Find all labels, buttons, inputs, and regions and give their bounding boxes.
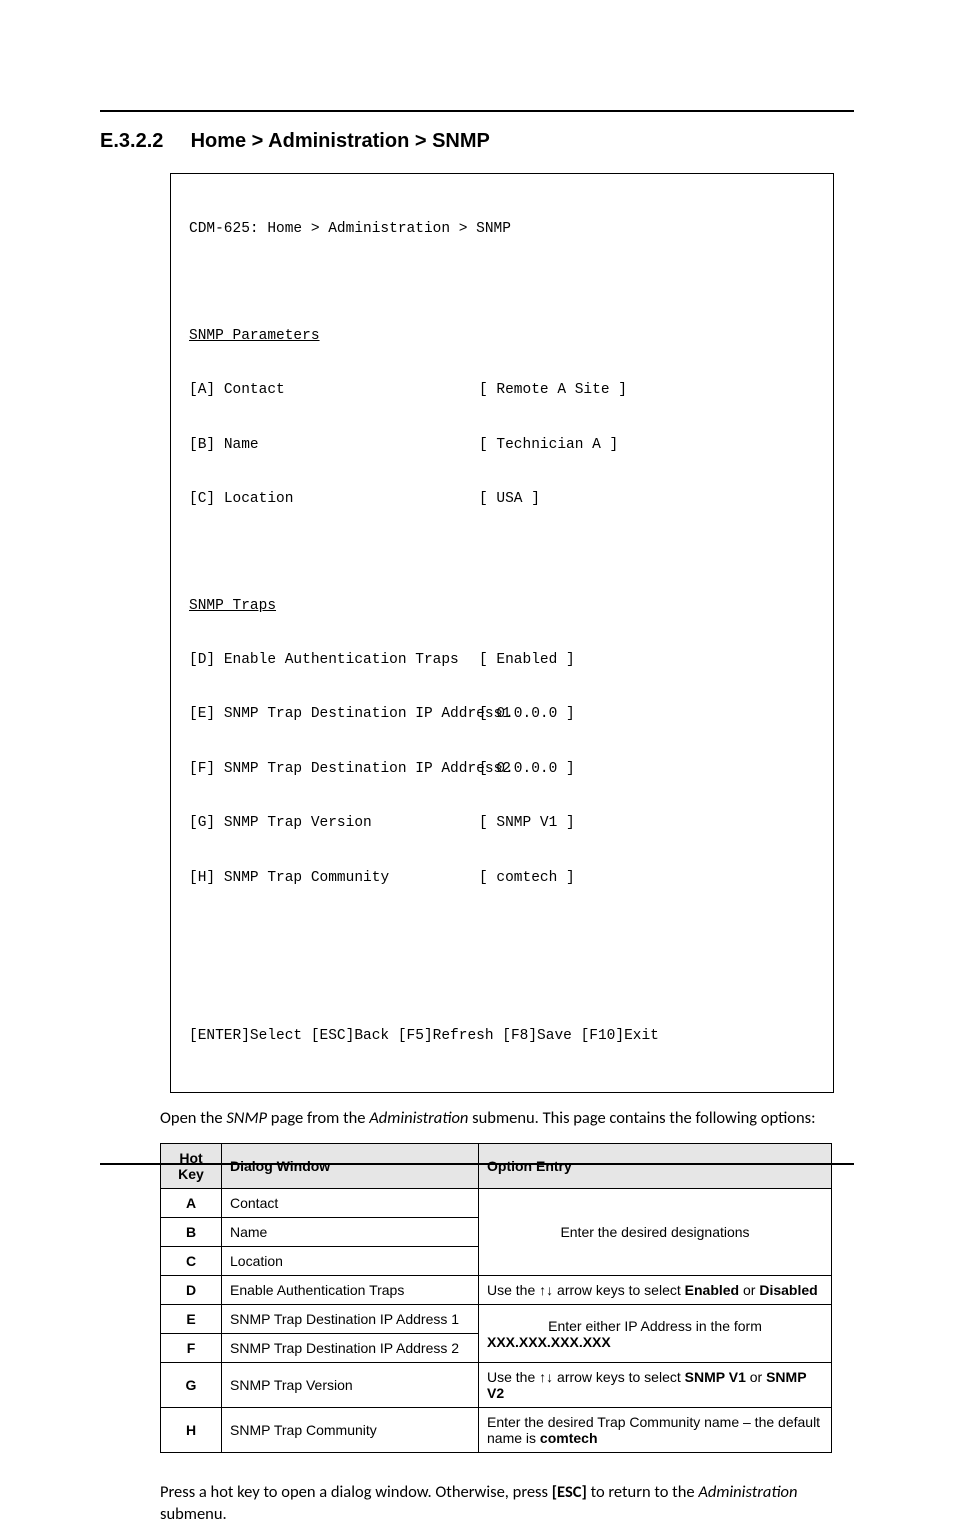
intro-paragraph: Open the SNMP page from the Administrati…: [160, 1107, 854, 1129]
hotkey-cell: G: [161, 1363, 222, 1408]
table-row: E SNMP Trap Destination IP Address 1 Ent…: [161, 1305, 832, 1334]
table-row: D Enable Authentication Traps Use the ↑↓…: [161, 1276, 832, 1305]
section-heading: E.3.2.2 Home > Administration > SNMP: [100, 130, 854, 153]
hotkey-cell: B: [161, 1218, 222, 1247]
snmp-traps-label: SNMP Traps: [189, 597, 815, 615]
snmp-parameters-label: SNMP Parameters: [189, 327, 815, 345]
header-option-entry: Option Entry: [479, 1144, 832, 1189]
top-rule: [100, 110, 854, 112]
trap-row: [F] SNMP Trap Destination IP Address2[ 0…: [189, 760, 815, 778]
section-number: E.3.2.2: [100, 130, 185, 153]
terminal-breadcrumb: CDM-625: Home > Administration > SNMP: [189, 220, 815, 238]
dialog-cell: SNMP Trap Community: [222, 1408, 479, 1453]
table-row: G SNMP Trap Version Use the ↑↓ arrow key…: [161, 1363, 832, 1408]
dialog-cell: Name: [222, 1218, 479, 1247]
table-row: A Contact Enter the desired designations: [161, 1189, 832, 1218]
terminal-footer: [ENTER]Select [ESC]Back [F5]Refresh [F8]…: [189, 1027, 815, 1045]
option-entry-cell: Use the ↑↓ arrow keys to select SNMP V1 …: [479, 1363, 832, 1408]
header-dialog-window: Dialog Window: [222, 1144, 479, 1189]
dialog-cell: SNMP Trap Destination IP Address 2: [222, 1334, 479, 1363]
param-row: [B] Name[ Technician A ]: [189, 436, 815, 454]
dialog-cell: Location: [222, 1247, 479, 1276]
section-title: Home > Administration > SNMP: [191, 130, 490, 152]
trap-row: [G] SNMP Trap Version[ SNMP V1 ]: [189, 814, 815, 832]
page: E.3.2.2 Home > Administration > SNMP CDM…: [0, 0, 954, 1235]
dialog-cell: Enable Authentication Traps: [222, 1276, 479, 1305]
options-table: HotKey Dialog Window Option Entry A Cont…: [160, 1143, 832, 1453]
option-entry-cell: Enter the desired designations: [479, 1189, 832, 1276]
footer-paragraph: Press a hot key to open a dialog window.…: [160, 1481, 854, 1526]
hotkey-cell: H: [161, 1408, 222, 1453]
table-header-row: HotKey Dialog Window Option Entry: [161, 1144, 832, 1189]
dialog-cell: SNMP Trap Destination IP Address 1: [222, 1305, 479, 1334]
trap-row: [E] SNMP Trap Destination IP Address1[ 0…: [189, 705, 815, 723]
option-entry-cell: Use the ↑↓ arrow keys to select Enabled …: [479, 1276, 832, 1305]
param-row: [A] Contact[ Remote A Site ]: [189, 381, 815, 399]
bottom-rule: [100, 1163, 854, 1165]
hotkey-cell: A: [161, 1189, 222, 1218]
table-row: H SNMP Trap Community Enter the desired …: [161, 1408, 832, 1453]
hotkey-cell: C: [161, 1247, 222, 1276]
hotkey-cell: F: [161, 1334, 222, 1363]
dialog-cell: Contact: [222, 1189, 479, 1218]
option-entry-cell: Enter either IP Address in the form XXX.…: [479, 1305, 832, 1363]
trap-row: [H] SNMP Trap Community[ comtech ]: [189, 869, 815, 887]
dialog-cell: SNMP Trap Version: [222, 1363, 479, 1408]
hotkey-cell: D: [161, 1276, 222, 1305]
hotkey-cell: E: [161, 1305, 222, 1334]
option-entry-cell: Enter the desired Trap Community name – …: [479, 1408, 832, 1453]
param-row: [C] Location[ USA ]: [189, 490, 815, 508]
header-hotkey: HotKey: [161, 1144, 222, 1189]
trap-row: [D] Enable Authentication Traps[ Enabled…: [189, 651, 815, 669]
terminal-screenshot: CDM-625: Home > Administration > SNMP SN…: [170, 173, 834, 1093]
